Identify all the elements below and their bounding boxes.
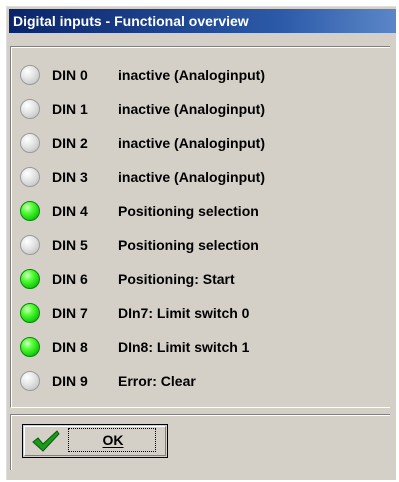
input-name: DIN 0 <box>52 67 88 83</box>
input-row-din0: DIN 0 inactive (Analoginput) <box>20 63 380 87</box>
input-name: DIN 4 <box>52 203 88 219</box>
input-function: DIn8: Limit switch 1 <box>118 339 250 355</box>
status-led-icon <box>20 235 40 255</box>
status-led-icon <box>20 303 40 323</box>
input-row-din7: DIN 7 DIn7: Limit switch 0 <box>20 301 380 325</box>
title-bar: Digital inputs - Functional overview <box>9 9 396 33</box>
input-row-din1: DIN 1 inactive (Analoginput) <box>20 97 380 121</box>
input-name: DIN 2 <box>52 135 88 151</box>
input-function: inactive (Analoginput) <box>118 67 265 83</box>
input-name: DIN 6 <box>52 271 88 287</box>
status-led-icon <box>20 167 40 187</box>
ok-button-label: OK <box>102 432 124 448</box>
input-name: DIN 5 <box>52 237 88 253</box>
input-function: Positioning: Start <box>118 271 235 287</box>
input-name: DIN 1 <box>52 101 88 117</box>
status-led-icon <box>20 201 40 221</box>
input-name: DIN 3 <box>52 169 88 185</box>
input-function: inactive (Analoginput) <box>118 135 265 151</box>
status-led-icon <box>20 99 40 119</box>
ok-button[interactable]: OK <box>22 424 168 458</box>
input-row-din9: DIN 9 Error: Clear <box>20 369 380 393</box>
status-led-icon <box>20 337 40 357</box>
input-row-din4: DIN 4 Positioning selection <box>20 199 380 223</box>
input-function: inactive (Analoginput) <box>118 169 265 185</box>
input-row-din3: DIN 3 inactive (Analoginput) <box>20 165 380 189</box>
status-led-icon <box>20 133 40 153</box>
status-led-icon <box>20 65 40 85</box>
input-row-din6: DIN 6 Positioning: Start <box>20 267 380 291</box>
window-title: Digital inputs - Functional overview <box>13 13 249 29</box>
status-led-icon <box>20 371 40 391</box>
input-function: inactive (Analoginput) <box>118 101 265 117</box>
input-name: DIN 7 <box>52 305 88 321</box>
checkmark-icon <box>32 430 60 452</box>
input-function: Positioning selection <box>118 237 259 253</box>
input-row-din2: DIN 2 inactive (Analoginput) <box>20 131 380 155</box>
input-function: Error: Clear <box>118 373 196 389</box>
input-function: Positioning selection <box>118 203 259 219</box>
input-row-din5: DIN 5 Positioning selection <box>20 233 380 257</box>
input-name: DIN 9 <box>52 373 88 389</box>
input-row-din8: DIN 8 DIn8: Limit switch 1 <box>20 335 380 359</box>
input-name: DIN 8 <box>52 339 88 355</box>
input-function: DIn7: Limit switch 0 <box>118 305 250 321</box>
status-led-icon <box>20 269 40 289</box>
